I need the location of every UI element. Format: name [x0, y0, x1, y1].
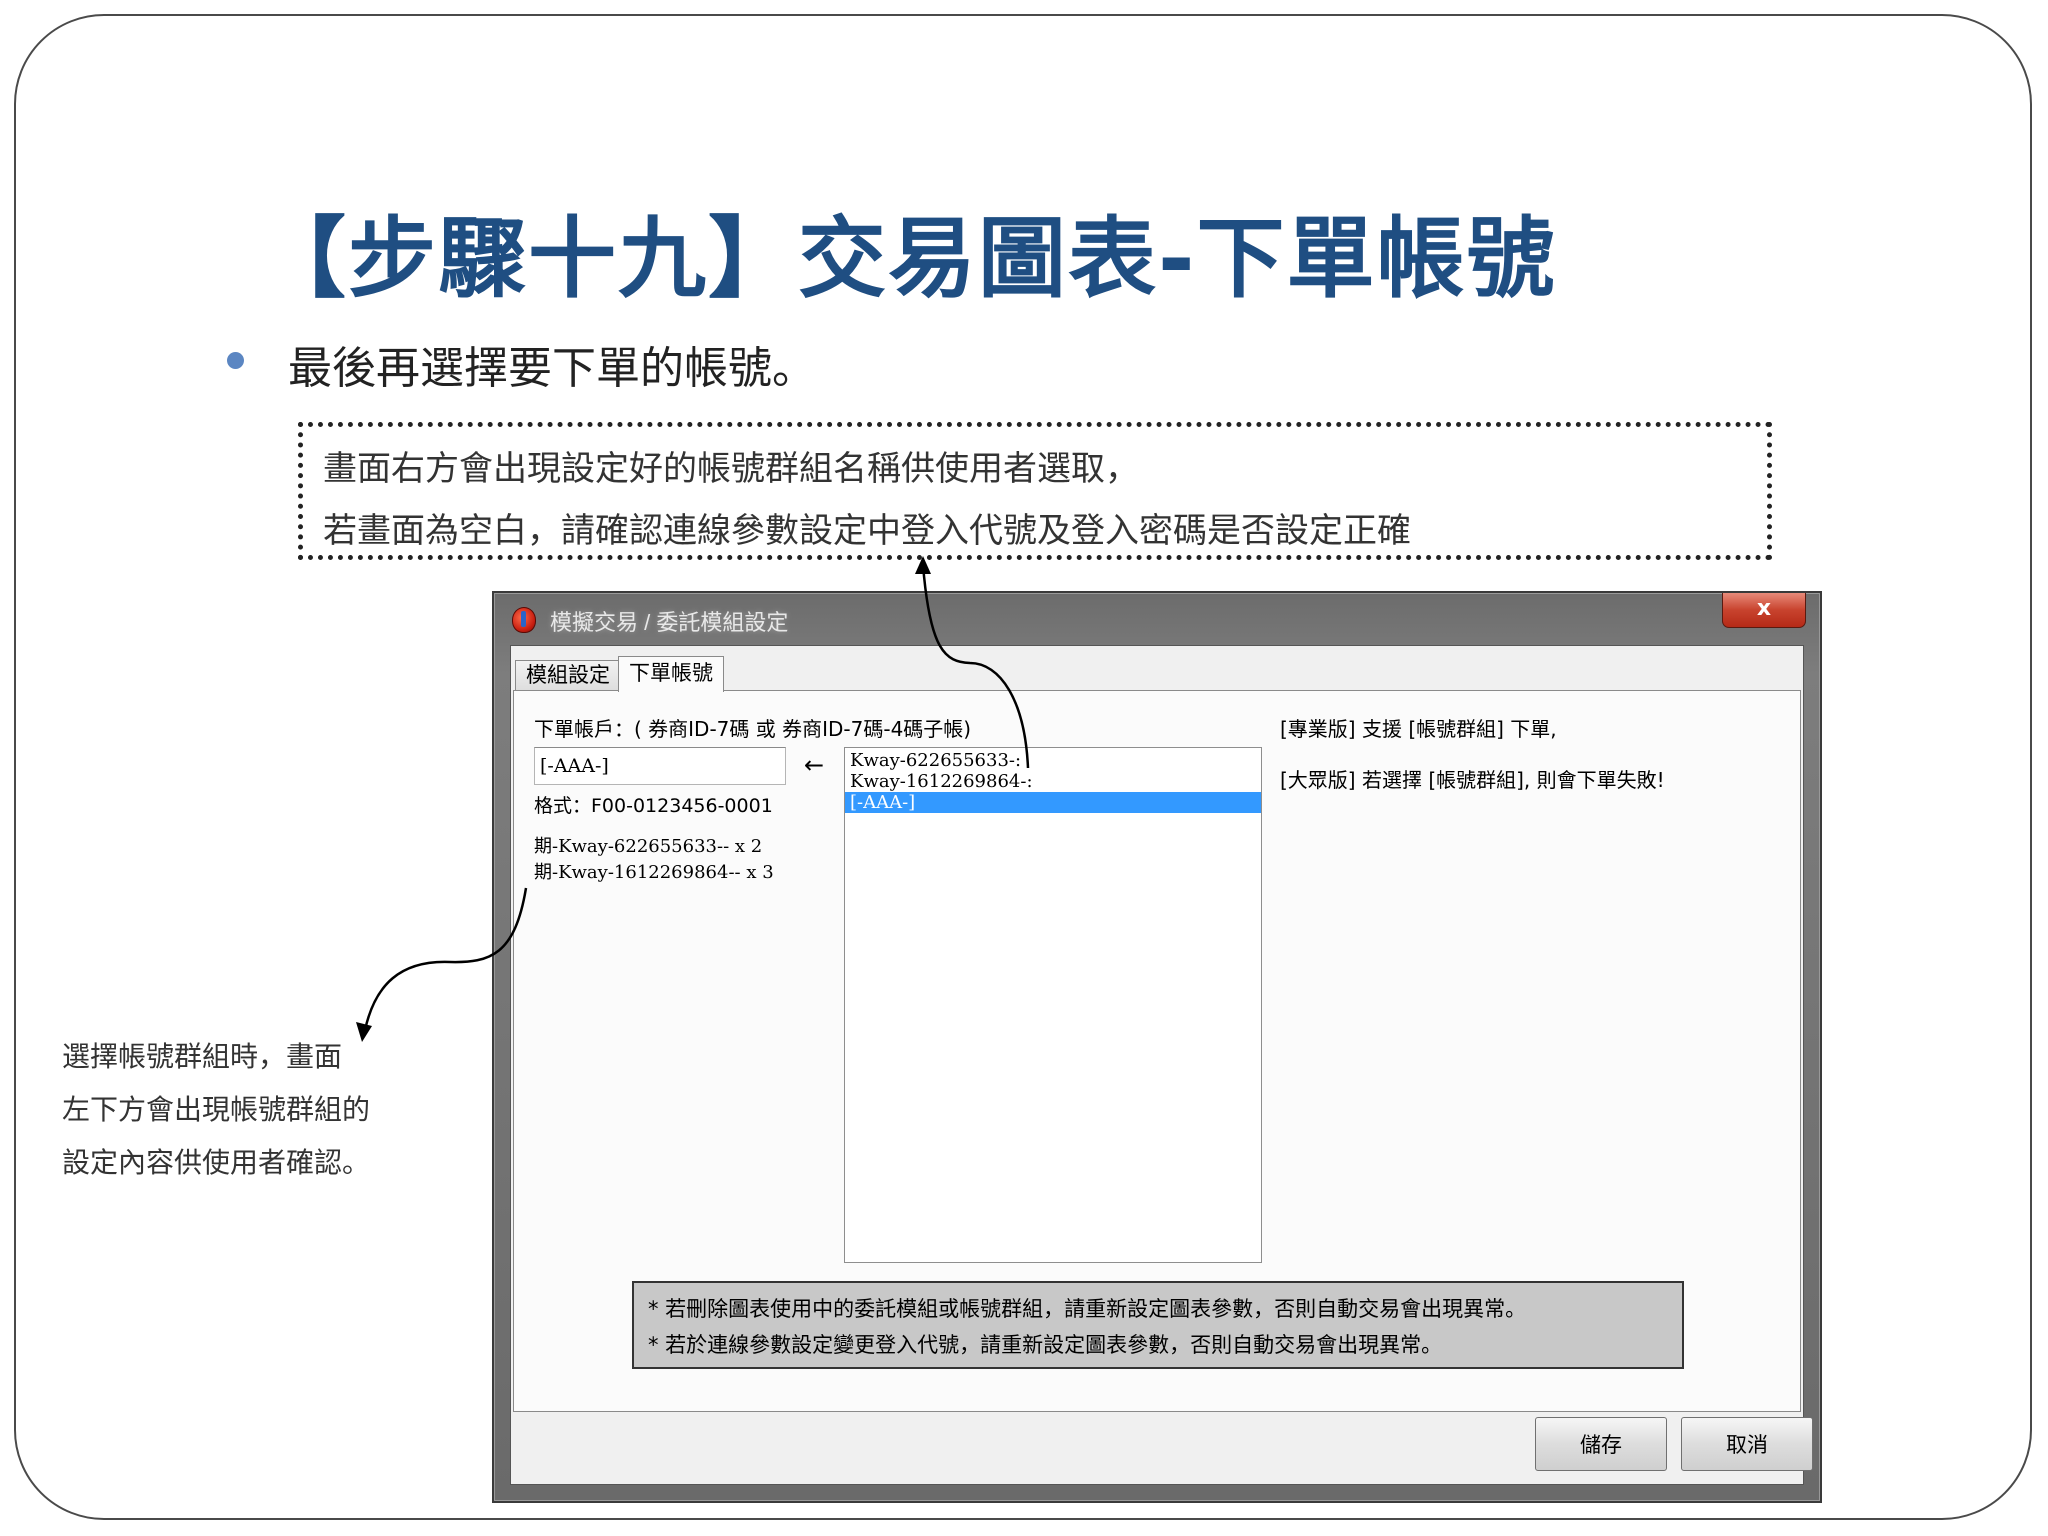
info-line: [專業版] 支援 [帳號群組] 下單,: [1280, 717, 1557, 741]
list-item[interactable]: Kway-1612269864-:: [845, 771, 1261, 792]
app-logo-icon: [512, 607, 536, 633]
close-button[interactable]: x: [1722, 593, 1806, 628]
cancel-button[interactable]: 取消: [1681, 1417, 1813, 1471]
order-account-panel: 下單帳戶：( 券商ID-7碼 或 券商ID-7碼-4碼子帳) ← 格式：F00-…: [513, 690, 1801, 1412]
dialog-titlebar[interactable]: 模擬交易 / 委託模組設定 x: [494, 593, 1820, 641]
warning-line: * 若於連線參數設定變更登入代號，請重新設定圖表參數，否則自動交易會出現異常。: [648, 1333, 1443, 1357]
dialog-title: 模擬交易 / 委託模組設定: [550, 610, 789, 635]
bullet-dot-icon: [227, 352, 244, 369]
account-label: 下單帳戶：( 券商ID-7碼 或 券商ID-7碼-4碼子帳): [534, 717, 972, 741]
warning-line: * 若刪除圖表使用中的委託模組或帳號群組，請重新設定圖表參數，否則自動交易會出現…: [648, 1297, 1527, 1321]
tab-order-account[interactable]: 下單帳號: [618, 656, 724, 692]
list-item-selected[interactable]: [-AAA-]: [845, 792, 1261, 813]
account-input[interactable]: [534, 747, 786, 785]
settings-dialog: 模擬交易 / 委託模組設定 x 模組設定 下單帳號 下單帳戶：( 券商ID-7碼…: [492, 591, 1822, 1503]
side-note-line: 選擇帳號群組時，畫面: [62, 1040, 343, 1073]
info-line: [大眾版] 若選擇 [帳號群組], 則會下單失敗!: [1280, 768, 1665, 792]
button-bar: 儲存 取消: [511, 1412, 1813, 1484]
warning-box: * 若刪除圖表使用中的委託模組或帳號群組，請重新設定圖表參數，否則自動交易會出現…: [632, 1281, 1684, 1369]
side-note-line: 左下方會出現帳號群組的: [62, 1093, 371, 1126]
group-detail-line: 期-Kway-622655633-- x 2: [534, 836, 763, 857]
save-button[interactable]: 儲存: [1535, 1417, 1667, 1471]
note-box: 畫面右方會出現設定好的帳號群組名稱供使用者選取， 若畫面為空白，請確認連線參數設…: [298, 422, 1772, 560]
list-item[interactable]: Kway-622655633-:: [845, 750, 1261, 771]
dialog-client: 模組設定 下單帳號 下單帳戶：( 券商ID-7碼 或 券商ID-7碼-4碼子帳)…: [510, 645, 1813, 1485]
bullet-text: 最後再選擇要下單的帳號。: [288, 343, 816, 394]
arrow-left-icon: ←: [804, 751, 825, 779]
account-group-list[interactable]: Kway-622655633-: Kway-1612269864-: [-AAA…: [844, 747, 1262, 1263]
side-note: 選擇帳號群組時，畫面 左下方會出現帳號群組的 設定內容供使用者確認。: [62, 1030, 402, 1189]
tab-module-settings[interactable]: 模組設定: [515, 660, 621, 690]
note-line: 畫面右方會出現設定好的帳號群組名稱供使用者選取，: [323, 449, 1139, 489]
side-note-line: 設定內容供使用者確認。: [62, 1146, 371, 1179]
slide-title: 【步驟十九】交易圖表-下單帳號: [258, 207, 1557, 310]
group-detail-line: 期-Kway-1612269864-- x 3: [534, 862, 774, 883]
note-line: 若畫面為空白，請確認連線參數設定中登入代號及登入密碼是否設定正確: [323, 511, 1411, 551]
format-hint: 格式：F00-0123456-0001: [534, 795, 773, 817]
